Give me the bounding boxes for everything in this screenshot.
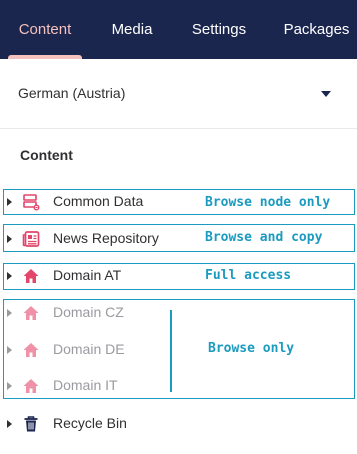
tab-media[interactable]: Media — [97, 0, 167, 59]
tree-item-domain-cz[interactable]: Domain CZ — [0, 295, 357, 331]
annotation-browse-and-copy: Browse and copy — [205, 230, 323, 245]
expand-arrow-icon[interactable] — [7, 272, 12, 280]
top-navigation: Content Media Settings Packages — [0, 0, 357, 59]
tree-item-label: News Repository — [53, 230, 159, 246]
language-select[interactable]: German (Austria) — [0, 59, 357, 129]
annotation-browse-node-only: Browse node only — [205, 195, 331, 210]
tab-packages[interactable]: Packages — [276, 0, 357, 59]
expand-arrow-icon[interactable] — [7, 198, 12, 206]
tab-settings[interactable]: Settings — [180, 0, 258, 59]
expand-arrow-icon[interactable] — [7, 420, 12, 428]
trash-icon — [24, 416, 38, 432]
annotation-browse-only: Browse only — [208, 341, 295, 356]
expand-arrow-icon[interactable] — [7, 382, 12, 390]
home-icon — [23, 343, 39, 357]
expand-arrow-icon[interactable] — [7, 309, 12, 317]
tab-media-label: Media — [111, 21, 153, 38]
tree-item-domain-it[interactable]: Domain IT — [0, 368, 357, 404]
expand-arrow-icon[interactable] — [7, 235, 12, 243]
tree-item-recycle-bin[interactable]: Recycle Bin — [0, 406, 357, 442]
caret-down-icon[interactable] — [321, 91, 331, 97]
home-icon — [23, 379, 39, 393]
data-node-icon — [23, 194, 40, 211]
tree-item-domain-at[interactable]: Domain AT — [0, 258, 357, 294]
tree-item-label: Domain CZ — [53, 304, 124, 320]
tab-settings-label: Settings — [191, 21, 247, 38]
tab-content-label: Content — [18, 21, 72, 38]
tree-item-label: Domain IT — [53, 377, 118, 393]
newspaper-icon — [22, 231, 40, 247]
tree-item-label: Domain AT — [53, 267, 122, 283]
tab-packages-label: Packages — [283, 21, 350, 38]
tree-item-label: Domain DE — [53, 341, 125, 357]
home-icon — [23, 306, 39, 320]
home-icon — [23, 269, 39, 283]
tree-item-domain-de[interactable]: Domain DE — [0, 332, 357, 368]
tree-section-title: Content — [20, 147, 73, 163]
tree-item-label: Common Data — [53, 193, 144, 209]
language-select-value: German (Austria) — [18, 85, 126, 101]
expand-arrow-icon[interactable] — [7, 346, 12, 354]
tab-content[interactable]: Content — [0, 0, 90, 59]
tree-item-label: Recycle Bin — [53, 415, 127, 431]
annotation-divider-line — [170, 310, 172, 392]
annotation-full-access: Full access — [205, 268, 292, 283]
